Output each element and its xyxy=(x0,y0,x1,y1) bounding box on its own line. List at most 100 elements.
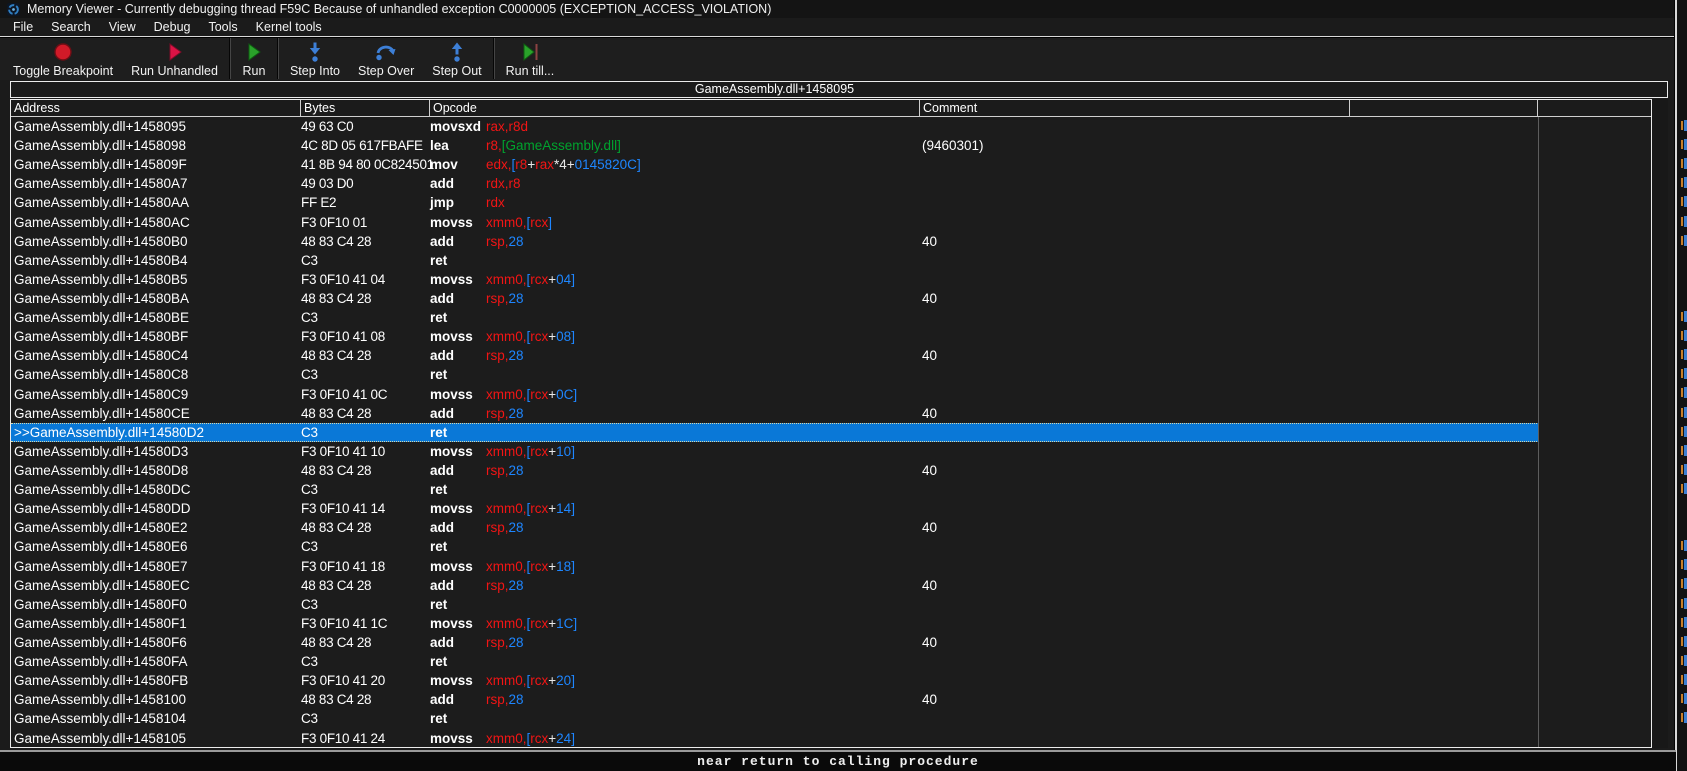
clipped-text-fragment xyxy=(1681,655,1687,666)
disasm-row[interactable]: GameAssembly.dll+14580ACF3 0F10 01movssx… xyxy=(11,213,1651,232)
operands: xmm0,[rcx+20] xyxy=(486,673,575,688)
disasm-row[interactable]: GameAssembly.dll+14580B5F3 0F10 41 04mov… xyxy=(11,270,1651,289)
disasm-row[interactable]: GameAssembly.dll+14580E6C3ret xyxy=(11,537,1651,556)
disasm-row[interactable]: GameAssembly.dll+14580F648 83 C4 28addrs… xyxy=(11,633,1651,652)
operands: xmm0,[rcx+04] xyxy=(486,272,575,287)
clipped-text-fragment xyxy=(1681,235,1687,246)
disasm-row[interactable]: GameAssembly.dll+14580D848 83 C4 28addrs… xyxy=(11,461,1651,480)
title-bar[interactable]: Memory Viewer - Currently debugging thre… xyxy=(0,0,1676,18)
bytes-cell: F3 0F10 41 04 xyxy=(301,272,430,287)
disasm-row[interactable]: GameAssembly.dll+1458105F3 0F10 41 24mov… xyxy=(11,729,1651,748)
disasm-row[interactable]: GameAssembly.dll+14580B048 83 C4 28addrs… xyxy=(11,232,1651,251)
disasm-row[interactable]: GameAssembly.dll+14580BFF3 0F10 41 08mov… xyxy=(11,327,1651,346)
run-unhandled-icon xyxy=(163,40,187,64)
address-cell: GameAssembly.dll+14580E6 xyxy=(11,539,301,554)
disasm-row[interactable]: GameAssembly.dll+14580FAC3ret xyxy=(11,652,1651,671)
address-cell: GameAssembly.dll+14580FB xyxy=(11,673,301,688)
toolbar-button-label: Run Unhandled xyxy=(131,64,218,78)
disasm-row-selected[interactable]: >>GameAssembly.dll+14580D2C3ret xyxy=(11,423,1539,442)
address-cell: GameAssembly.dll+14580BF xyxy=(11,329,301,344)
bytes-cell: F3 0F10 41 20 xyxy=(301,673,430,688)
disasm-row[interactable]: GameAssembly.dll+14580D3F3 0F10 41 10mov… xyxy=(11,442,1651,461)
bytes-cell: C3 xyxy=(301,482,430,497)
disasm-row[interactable]: GameAssembly.dll+14580CE48 83 C4 28addrs… xyxy=(11,404,1651,423)
toolbar-separator xyxy=(277,38,279,79)
disasm-row[interactable]: GameAssembly.dll+14580E7F3 0F10 41 18mov… xyxy=(11,557,1651,576)
disasm-row[interactable]: GameAssembly.dll+14580DCC3ret xyxy=(11,480,1651,499)
step-over-icon xyxy=(374,40,398,64)
clipped-text-fragment xyxy=(1681,598,1687,609)
disasm-row[interactable]: GameAssembly.dll+14580F0C3ret xyxy=(11,595,1651,614)
clipped-text-fragment xyxy=(1681,445,1687,456)
opcode-cell: movssxmm0,[rcx+14] xyxy=(430,501,920,516)
disasm-row[interactable]: GameAssembly.dll+14580B4C3ret xyxy=(11,251,1651,270)
mnemonic: add xyxy=(430,635,486,650)
menu-bar: FileSearchViewDebugToolsKernel tools xyxy=(0,19,1676,36)
disasm-row[interactable]: GameAssembly.dll+14580AAFF E2jmprdx xyxy=(11,193,1651,212)
address-cell: GameAssembly.dll+14580D3 xyxy=(11,444,301,459)
bytes-cell: F3 0F10 41 18 xyxy=(301,559,430,574)
menu-debug[interactable]: Debug xyxy=(145,19,200,36)
clipped-text-fragment xyxy=(1681,712,1687,723)
menu-tools[interactable]: Tools xyxy=(199,19,246,36)
step-over-button[interactable]: Step Over xyxy=(349,37,423,80)
disasm-row[interactable]: GameAssembly.dll+145809549 63 C0movsxdra… xyxy=(11,117,1651,136)
opcode-cell: addrsp,28 xyxy=(430,692,920,707)
address-cell: GameAssembly.dll+14580FA xyxy=(11,654,301,669)
step-into-button[interactable]: Step Into xyxy=(281,37,349,80)
mnemonic: movss xyxy=(430,731,486,746)
disasm-row[interactable]: GameAssembly.dll+145809F41 8B 94 80 0C82… xyxy=(11,155,1651,174)
column-header-address[interactable]: Address xyxy=(11,100,301,117)
run-button[interactable]: Run xyxy=(233,37,275,80)
opcode-cell: ret xyxy=(430,425,920,440)
disasm-row[interactable]: GameAssembly.dll+14580C448 83 C4 28addrs… xyxy=(11,346,1651,365)
bytes-cell: F3 0F10 41 24 xyxy=(301,731,430,746)
disasm-row[interactable]: GameAssembly.dll+14580FBF3 0F10 41 20mov… xyxy=(11,671,1651,690)
column-header-comment[interactable]: Comment xyxy=(920,100,1350,117)
step-out-button[interactable]: Step Out xyxy=(423,37,490,80)
clipped-text-fragment xyxy=(1681,540,1687,551)
bytes-cell: 48 83 C4 28 xyxy=(301,520,430,535)
toggle-breakpoint-button[interactable]: Toggle Breakpoint xyxy=(4,37,122,80)
operands: rsp,28 xyxy=(486,234,524,249)
disasm-row[interactable]: GameAssembly.dll+14580E248 83 C4 28addrs… xyxy=(11,518,1651,537)
address-cell: GameAssembly.dll+14580BE xyxy=(11,310,301,325)
disassembly-rows: GameAssembly.dll+145809549 63 C0movsxdra… xyxy=(11,117,1651,748)
disasm-row[interactable]: GameAssembly.dll+14580BA48 83 C4 28addrs… xyxy=(11,289,1651,308)
disasm-row[interactable]: GameAssembly.dll+14580C9F3 0F10 41 0Cmov… xyxy=(11,385,1651,404)
column-header-bytes[interactable]: Bytes xyxy=(301,100,430,117)
disasm-row[interactable]: GameAssembly.dll+1458104C3ret xyxy=(11,709,1651,728)
operands: r8,[GameAssembly.dll] xyxy=(486,138,621,153)
menu-kernel-tools[interactable]: Kernel tools xyxy=(247,19,331,36)
address-cell: GameAssembly.dll+14580F6 xyxy=(11,635,301,650)
vertical-scrollbar[interactable] xyxy=(1652,99,1668,748)
step-out-icon xyxy=(445,40,469,64)
disasm-row[interactable]: GameAssembly.dll+14580BEC3ret xyxy=(11,308,1651,327)
address-cell: GameAssembly.dll+14580AC xyxy=(11,215,301,230)
operands: rdx,r8 xyxy=(486,176,521,191)
disasm-row[interactable]: GameAssembly.dll+14580A749 03 D0addrdx,r… xyxy=(11,174,1651,193)
bytes-cell: F3 0F10 41 14 xyxy=(301,501,430,516)
disasm-row[interactable]: GameAssembly.dll+14580984C 8D 05 617FBAF… xyxy=(11,136,1651,155)
menu-view[interactable]: View xyxy=(100,19,145,36)
disasm-row[interactable]: GameAssembly.dll+14580C8C3ret xyxy=(11,365,1651,384)
bytes-cell: 48 83 C4 28 xyxy=(301,692,430,707)
mnemonic: add xyxy=(430,234,486,249)
toolbar-button-label: Run till... xyxy=(506,64,555,78)
clipped-text-fragment xyxy=(1681,349,1687,360)
clipped-text-fragment xyxy=(1681,483,1687,494)
operands: xmm0,[rcx+08] xyxy=(486,329,575,344)
disasm-row[interactable]: GameAssembly.dll+145810048 83 C4 28addrs… xyxy=(11,690,1651,709)
disasm-row[interactable]: GameAssembly.dll+14580DDF3 0F10 41 14mov… xyxy=(11,499,1651,518)
address-cell: GameAssembly.dll+14580F0 xyxy=(11,597,301,612)
column-header-opcode[interactable]: Opcode xyxy=(430,100,920,117)
menu-search[interactable]: Search xyxy=(42,19,100,36)
run-till-button[interactable]: Run till... xyxy=(497,37,564,80)
column-header-extra[interactable] xyxy=(1350,100,1538,117)
menu-file[interactable]: File xyxy=(4,19,42,36)
comment-cell: 40 xyxy=(920,635,1350,650)
disasm-row[interactable]: GameAssembly.dll+14580EC48 83 C4 28addrs… xyxy=(11,576,1651,595)
clipped-text-fragment xyxy=(1681,674,1687,685)
disasm-row[interactable]: GameAssembly.dll+14580F1F3 0F10 41 1Cmov… xyxy=(11,614,1651,633)
run-unhandled-button[interactable]: Run Unhandled xyxy=(122,37,227,80)
